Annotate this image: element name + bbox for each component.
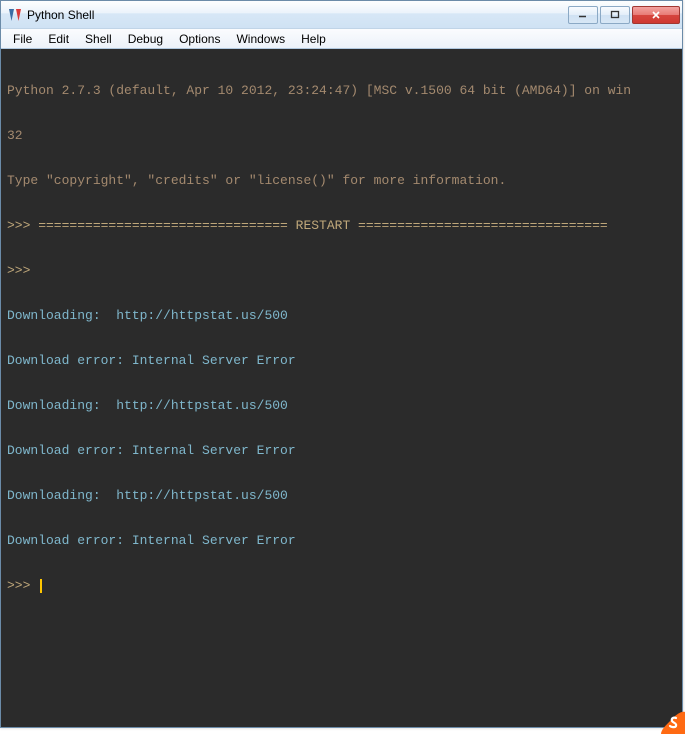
minimize-button[interactable] bbox=[568, 6, 598, 24]
close-button[interactable] bbox=[632, 6, 680, 24]
output-line: Downloading: http://httpstat.us/500 bbox=[7, 488, 676, 503]
python-version-line: Python 2.7.3 (default, Apr 10 2012, 23:2… bbox=[7, 83, 676, 98]
menu-help[interactable]: Help bbox=[293, 30, 334, 48]
sogou-tray-icon[interactable] bbox=[661, 710, 685, 734]
menu-edit[interactable]: Edit bbox=[40, 30, 77, 48]
output-line: Download error: Internal Server Error bbox=[7, 443, 676, 458]
output-line: Download error: Internal Server Error bbox=[7, 353, 676, 368]
prompt: >>> bbox=[7, 263, 38, 278]
menu-shell[interactable]: Shell bbox=[77, 30, 120, 48]
maximize-button[interactable] bbox=[600, 6, 630, 24]
menu-windows[interactable]: Windows bbox=[228, 30, 293, 48]
menu-debug[interactable]: Debug bbox=[120, 30, 171, 48]
menubar: File Edit Shell Debug Options Windows He… bbox=[1, 29, 682, 49]
tk-icon bbox=[7, 7, 23, 23]
menu-file[interactable]: File bbox=[5, 30, 40, 48]
window-title: Python Shell bbox=[27, 8, 566, 22]
text-cursor bbox=[40, 579, 42, 593]
python-version-line2: 32 bbox=[7, 128, 676, 143]
restart-banner: >>> ================================ RES… bbox=[7, 218, 676, 233]
window-controls bbox=[566, 6, 680, 24]
python-info-line: Type "copyright", "credits" or "license(… bbox=[7, 173, 676, 188]
menu-options[interactable]: Options bbox=[171, 30, 228, 48]
python-shell-window: Python Shell File Edit Shell Debug Optio… bbox=[0, 0, 683, 728]
prompt: >>> bbox=[7, 578, 38, 593]
output-line: Downloading: http://httpstat.us/500 bbox=[7, 308, 676, 323]
titlebar[interactable]: Python Shell bbox=[1, 1, 682, 29]
console-area[interactable]: Python 2.7.3 (default, Apr 10 2012, 23:2… bbox=[1, 49, 682, 727]
output-line: Download error: Internal Server Error bbox=[7, 533, 676, 548]
output-line: Downloading: http://httpstat.us/500 bbox=[7, 398, 676, 413]
